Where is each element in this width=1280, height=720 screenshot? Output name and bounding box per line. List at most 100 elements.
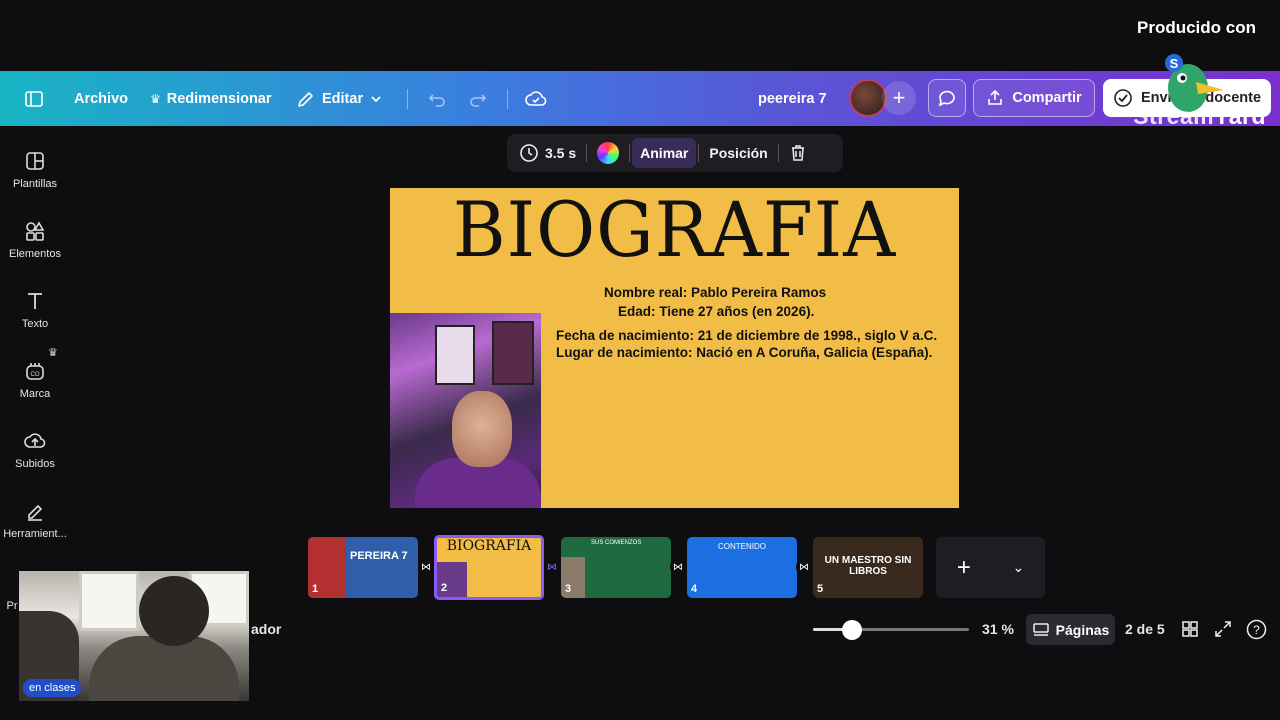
sidebar-toggle-icon <box>24 89 44 109</box>
zoom-slider-track[interactable] <box>813 628 969 631</box>
sidebar-item-plantillas[interactable]: Plantillas <box>0 150 70 190</box>
sidebar-item-subidos[interactable]: Subidos <box>0 430 70 470</box>
slide-photo[interactable] <box>390 313 541 508</box>
editar-menu[interactable]: Editar <box>296 71 383 126</box>
archivo-menu[interactable]: Archivo <box>74 71 128 126</box>
redimensionar-button[interactable]: ♛ Redimensionar <box>150 71 272 126</box>
posicion-label: Posición <box>709 145 768 161</box>
share-icon <box>986 89 1004 107</box>
shapes-icon <box>26 221 45 241</box>
sidebar-item-label: Pr <box>6 600 18 612</box>
thumb-title: UN MAESTRO SIN LIBROS <box>824 555 912 577</box>
posicion-button[interactable]: Posición <box>701 138 775 168</box>
sidebar-item-herramientas[interactable]: Herramient... <box>0 500 70 540</box>
clock-icon <box>520 144 538 162</box>
text-icon <box>28 293 42 309</box>
sidebar-item-texto[interactable]: Texto <box>0 290 70 330</box>
redo-icon <box>468 89 488 109</box>
stream-top-bar <box>0 0 1280 71</box>
pages-icon <box>1032 622 1049 636</box>
editor-topbar: Archivo ♛ Redimensionar Editar peereira … <box>0 71 1280 126</box>
page-thumb-1[interactable]: PEREIRA 7 1 <box>308 537 418 598</box>
page-thumb-3[interactable]: SUS COMIENZOS 3 <box>561 537 671 598</box>
editar-label: Editar <box>322 90 364 107</box>
zoom-percent[interactable]: 31 % <box>982 621 1014 637</box>
duration-label: 3.5 s <box>545 145 577 161</box>
page-thumb-2[interactable]: BIOGRAFIA 2 <box>434 535 544 600</box>
project-name-label: peereira 7 <box>758 90 827 107</box>
page-thumb-5[interactable]: UN MAESTRO SIN LIBROS 5 <box>813 537 923 598</box>
divider <box>777 144 779 162</box>
grid-icon <box>1182 621 1198 637</box>
transition-icon[interactable]: ⋈ <box>670 559 686 575</box>
archivo-label: Archivo <box>74 90 128 107</box>
svg-text:S: S <box>1170 56 1179 71</box>
toggle-sidebar-button[interactable] <box>24 71 44 126</box>
paginas-button[interactable]: Páginas <box>1026 614 1115 645</box>
color-wheel-icon <box>597 142 620 164</box>
compartir-button[interactable]: Compartir <box>973 79 1095 117</box>
producido-con-label: Producido con <box>1137 18 1256 37</box>
slide-title[interactable]: BIOGRAFIA <box>390 188 959 274</box>
trash-icon <box>791 145 804 161</box>
transition-icon[interactable]: ⋈ <box>796 559 812 575</box>
transition-icon[interactable]: ⋈ <box>418 559 434 575</box>
thumb-title: SUS COMIENZOS <box>591 540 642 546</box>
pencil-icon <box>296 89 316 109</box>
add-collaborator-button[interactable]: + <box>882 81 916 115</box>
redimensionar-label: Redimensionar <box>166 90 272 107</box>
duration-button[interactable]: 3.5 s <box>511 138 584 168</box>
help-icon: ? <box>1246 619 1267 640</box>
delete-button[interactable] <box>781 138 815 168</box>
help-button[interactable]: ? <box>1246 619 1267 645</box>
chevron-down-icon <box>369 92 383 106</box>
crown-icon: ♛ <box>150 91 161 106</box>
comments-button[interactable] <box>928 79 966 117</box>
cloud-check-icon <box>525 88 547 110</box>
divider <box>698 144 700 162</box>
webcam-window <box>79 571 139 631</box>
animar-button[interactable]: Animar <box>632 138 697 168</box>
fullscreen-button[interactable] <box>1214 620 1232 643</box>
comment-icon <box>937 88 957 108</box>
sidebar-item-elementos[interactable]: Elementos <box>0 220 70 260</box>
slide-canvas[interactable]: BIOGRAFIA Nombre real: Pablo Pereira Ram… <box>390 188 959 508</box>
thumb-photo <box>437 562 467 597</box>
sidebar-item-marca[interactable]: ♛ CO Marca <box>0 347 70 400</box>
thumb-number: 4 <box>691 583 698 595</box>
divider <box>586 144 588 162</box>
brand-icon: CO <box>26 363 44 380</box>
cloud-save-status[interactable] <box>525 71 547 126</box>
slide-text-edad[interactable]: Edad: Tiene 27 años (en 2026). <box>618 304 814 319</box>
sidebar-item-label: Texto <box>21 318 49 330</box>
thumb-title: BIOGRAFIA <box>446 538 532 554</box>
plus-icon: + <box>956 553 971 581</box>
undo-button[interactable] <box>427 71 447 126</box>
wall-frame <box>492 321 534 385</box>
slide-text-fecha[interactable]: Fecha de nacimiento: 21 de diciembre de … <box>556 328 937 343</box>
sidebar-item-label: Marca <box>19 388 51 400</box>
divider <box>507 89 508 109</box>
thumb-number: 2 <box>441 582 448 594</box>
redo-button[interactable] <box>468 71 488 126</box>
compartir-label: Compartir <box>1012 90 1082 106</box>
wall-frame <box>435 325 475 385</box>
page-indicator: 2 de 5 <box>1125 621 1165 637</box>
transition-icon[interactable]: ⋈ <box>544 559 560 575</box>
zoom-slider-handle[interactable] <box>841 620 862 640</box>
add-page-button[interactable]: + ⌄ <box>936 537 1045 598</box>
thumb-number: 1 <box>312 583 319 595</box>
chevron-down-icon[interactable]: ⌄ <box>1012 559 1024 576</box>
color-button[interactable] <box>589 138 627 168</box>
slide-text-lugar[interactable]: Lugar de nacimiento: Nació en A Coruña, … <box>556 345 932 360</box>
footer-partial-label: ador <box>251 621 282 637</box>
slide-text-nombre[interactable]: Nombre real: Pablo Pereira Ramos <box>604 285 826 300</box>
cloud-upload-icon <box>24 433 46 448</box>
webcam-person-body <box>89 636 239 701</box>
page-thumb-4[interactable]: CONTENIDO 4 <box>687 537 797 598</box>
thumb-number: 5 <box>817 583 824 595</box>
thumb-number: 3 <box>565 583 572 595</box>
grid-view-button[interactable] <box>1181 620 1199 643</box>
project-name[interactable]: peereira 7 <box>758 71 827 126</box>
thumb-title: PEREIRA 7 <box>350 550 408 562</box>
